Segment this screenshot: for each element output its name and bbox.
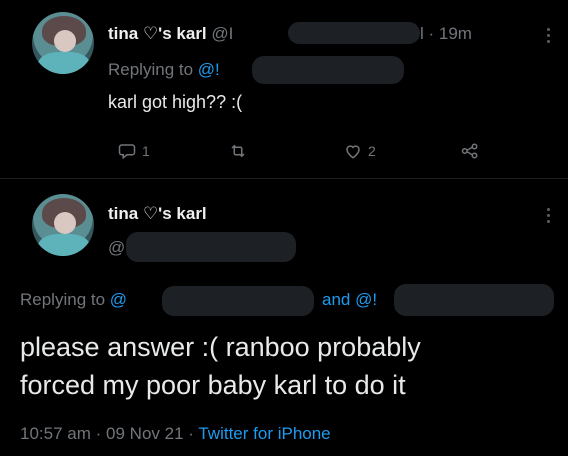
tweet-text-line: forced my poor baby karl to do it [20,370,406,400]
reply-count: 1 [142,143,150,159]
divider [0,178,568,179]
tweet-time[interactable]: · 19m [429,24,472,43]
replying-to-handle[interactable]: @! [355,290,377,309]
handle[interactable]: @ [108,238,125,258]
tweet-header: tina ♡'s karl @I [108,24,233,44]
handle-suffix: l [420,24,424,43]
replying-to-handle[interactable]: @! [198,60,220,79]
heart-icon [346,145,360,159]
redaction-bar [252,56,404,84]
redaction-bar [394,284,554,316]
tweet-date[interactable]: 09 Nov 21 [106,424,184,443]
reply-button[interactable]: 1 [118,142,150,160]
tweet-text-line: please answer :( ranboo probably [20,332,421,362]
tweet-text: please answer :( ranboo probably forced … [20,328,421,404]
tweet-text: karl got high?? :( [108,92,243,112]
tweet-time[interactable]: 10:57 am [20,424,91,443]
like-count: 2 [368,143,376,159]
replying-to-line: Replying to @ [20,290,127,310]
tweet-source[interactable]: Twitter for iPhone [198,424,330,443]
share-button[interactable] [460,142,480,160]
and-label: and [322,290,351,309]
replying-to-label: Replying to [20,290,106,309]
retweet-button[interactable] [228,142,254,160]
separator: · [188,424,194,443]
more-dots-icon[interactable] [547,28,551,43]
replying-to-handle[interactable]: @ [110,290,127,309]
replying-to-label: Replying to [108,60,194,79]
avatar[interactable] [32,194,94,256]
share-icon [461,143,478,159]
redaction-bar [288,22,420,44]
separator: · [95,424,102,443]
display-name[interactable]: tina ♡'s karl [108,204,207,224]
avatar[interactable] [32,12,94,74]
redaction-bar [126,232,296,262]
more-dots-icon[interactable] [547,208,551,223]
redaction-bar [162,286,314,316]
tweet-meta: 10:57 am · 09 Nov 21 · Twitter for iPhon… [20,424,331,444]
like-button[interactable]: 2 [344,142,376,160]
reply-icon [118,144,136,160]
handle[interactable]: @I [211,24,233,43]
retweet-icon [231,144,245,158]
display-name[interactable]: tina ♡'s karl [108,24,207,43]
